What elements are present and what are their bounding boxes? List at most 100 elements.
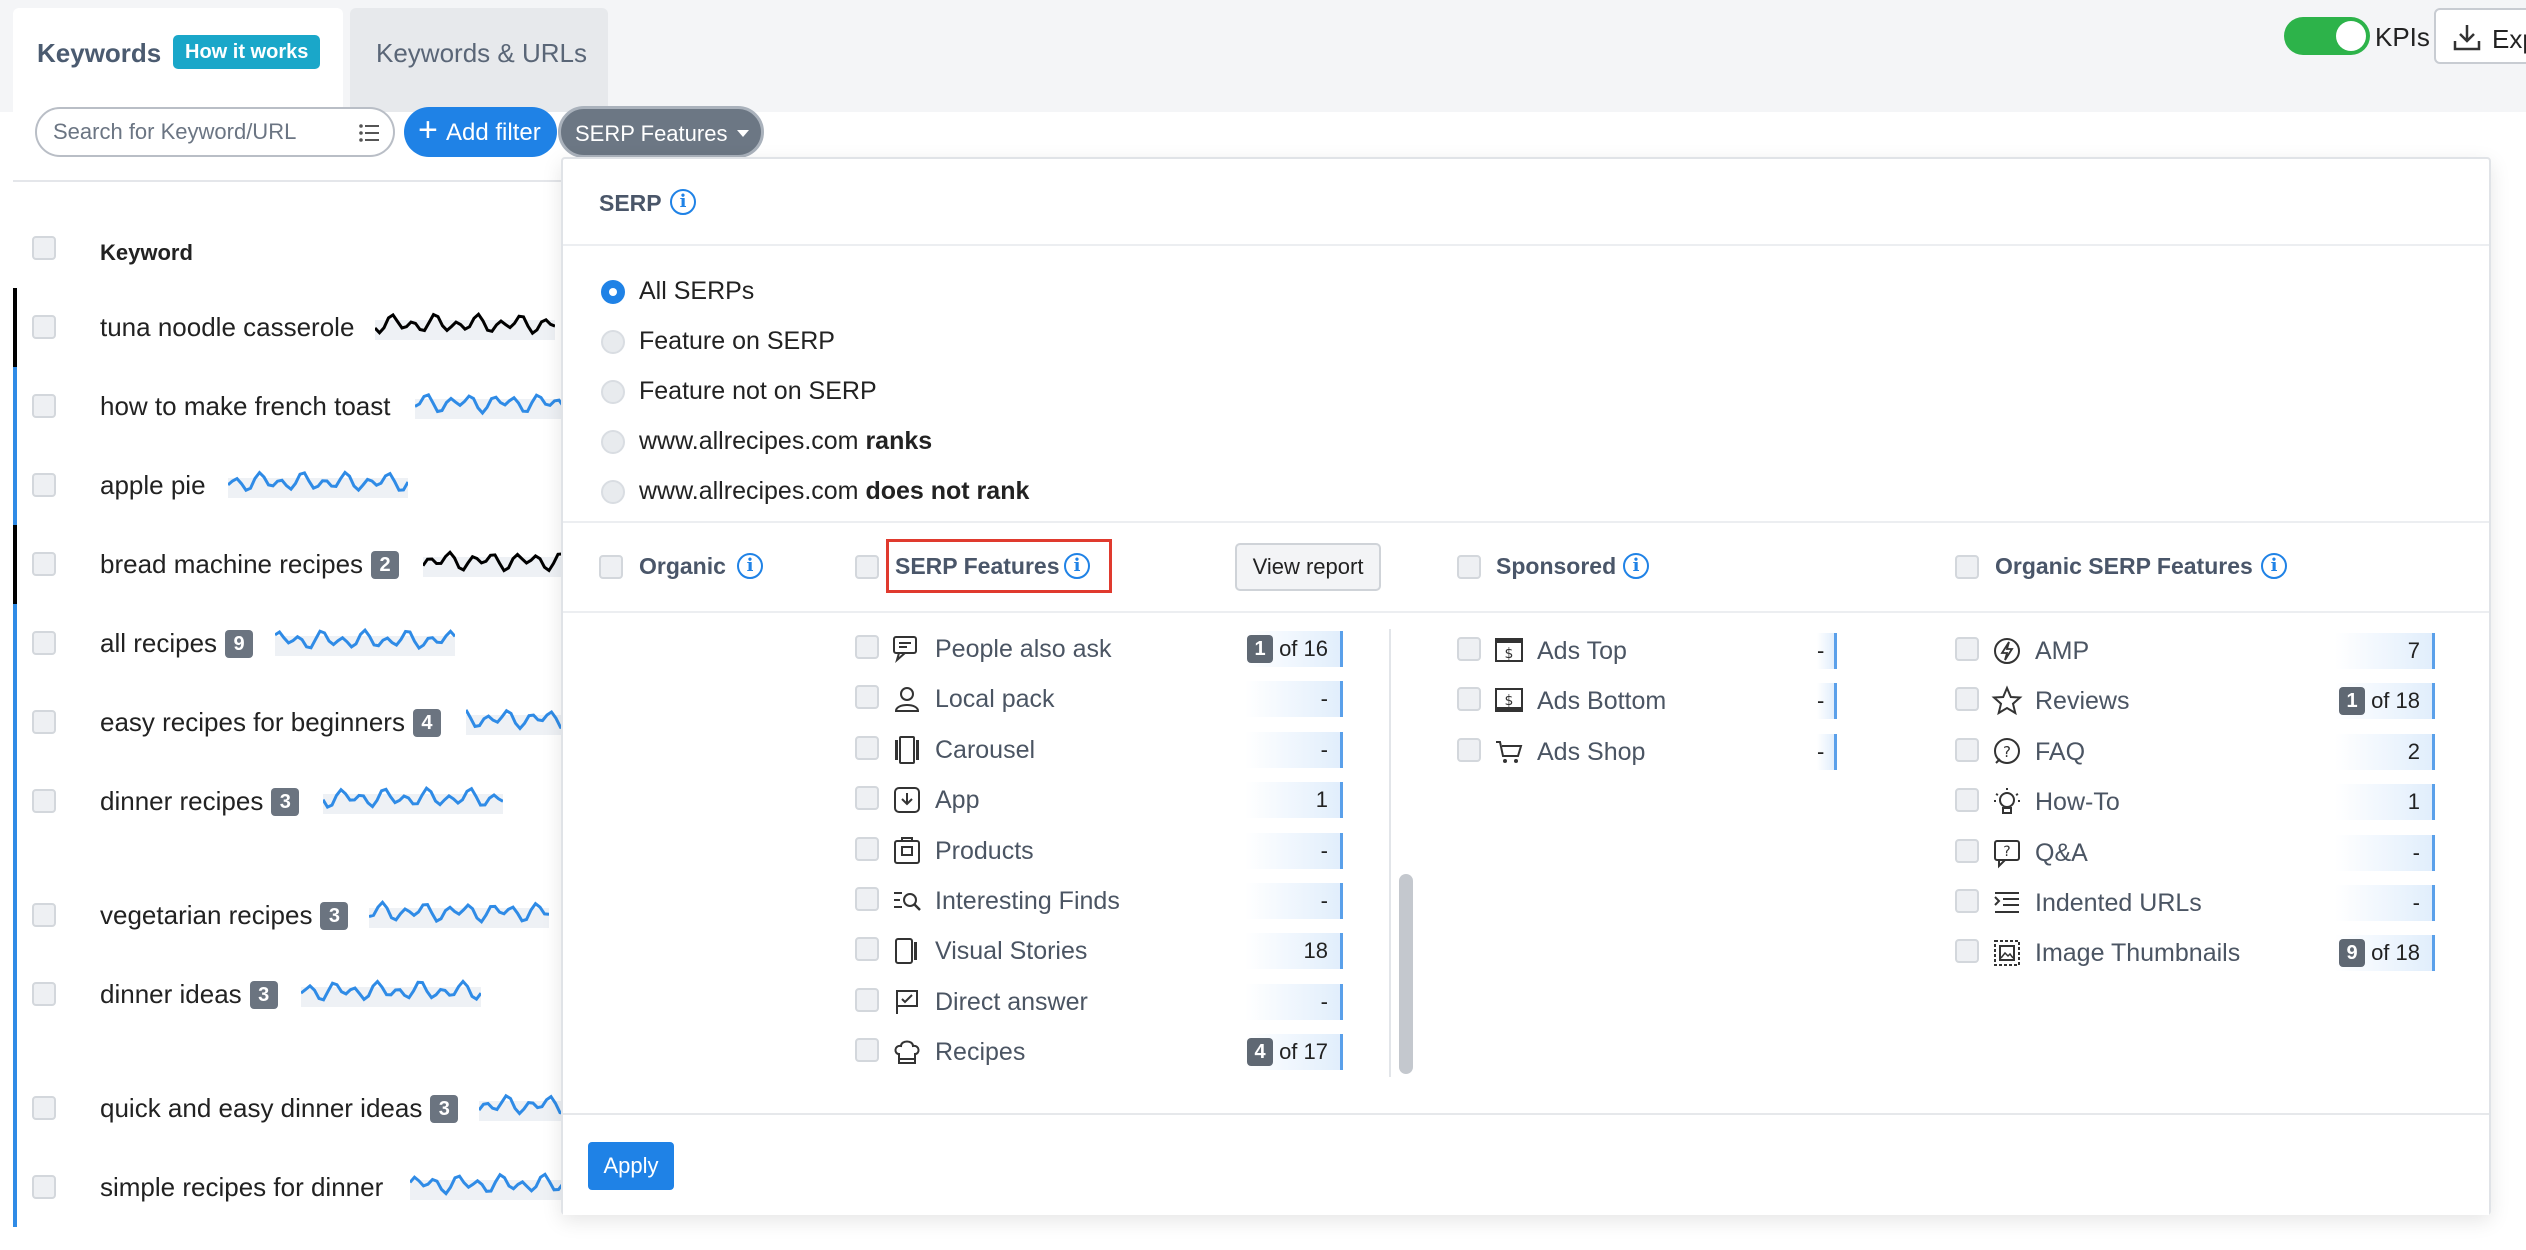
- radio-button[interactable]: [601, 380, 625, 404]
- feature-checkbox[interactable]: [855, 735, 879, 760]
- keyword-text[interactable]: tuna noodle casserole: [100, 312, 354, 343]
- table-row[interactable]: apple pie: [13, 446, 563, 525]
- keyword-column-header[interactable]: Keyword: [100, 240, 193, 266]
- serp-feature-item[interactable]: Interesting Finds -: [855, 879, 1343, 923]
- row-checkbox[interactable]: [32, 710, 56, 734]
- serp-feature-item[interactable]: App 1: [855, 778, 1343, 822]
- row-checkbox[interactable]: [32, 982, 56, 1006]
- table-row[interactable]: tuna noodle casserole: [13, 288, 563, 367]
- organic-serp-feature-item[interactable]: AMP 7: [1955, 629, 2435, 673]
- keyword-text[interactable]: apple pie: [100, 470, 206, 501]
- keyword-text[interactable]: quick and easy dinner ideas 3: [100, 1093, 459, 1124]
- keyword-text[interactable]: easy recipes for beginners 4: [100, 707, 441, 738]
- row-checkbox[interactable]: [32, 631, 56, 655]
- view-report-button[interactable]: View report: [1235, 543, 1381, 591]
- serp-feature-item[interactable]: Direct answer -: [855, 980, 1343, 1024]
- feature-checkbox[interactable]: [855, 786, 879, 811]
- serp-features-checkbox[interactable]: [855, 555, 879, 579]
- keyword-text[interactable]: dinner recipes 3: [100, 786, 300, 817]
- export-button[interactable]: Exp: [2434, 8, 2526, 64]
- table-row[interactable]: simple recipes for dinner: [13, 1148, 590, 1227]
- apply-button[interactable]: Apply: [588, 1142, 674, 1190]
- organic-serp-features-checkbox[interactable]: [1955, 555, 1979, 579]
- organic-serp-features-info-icon[interactable]: i: [2261, 553, 2287, 579]
- serp-feature-item[interactable]: Local pack -: [855, 677, 1343, 721]
- tab-keywords-urls[interactable]: Keywords & URLs: [350, 8, 608, 112]
- organic-serp-feature-item[interactable]: ? FAQ 2: [1955, 730, 2435, 774]
- row-checkbox[interactable]: [32, 552, 56, 576]
- organic-serp-feature-item[interactable]: Image Thumbnails 9 of 18: [1955, 931, 2435, 975]
- row-checkbox[interactable]: [32, 394, 56, 418]
- row-checkbox[interactable]: [32, 473, 56, 497]
- serp-features-scrollbar[interactable]: [1399, 874, 1413, 1074]
- tab-keywords-label: Keywords: [37, 38, 162, 68]
- row-checkbox[interactable]: [32, 903, 56, 927]
- table-row[interactable]: how to make french toast: [13, 367, 595, 446]
- serp-feature-item[interactable]: Visual Stories 18: [855, 929, 1343, 973]
- feature-checkbox[interactable]: [1457, 737, 1481, 762]
- organic-serp-feature-item[interactable]: How-To 1: [1955, 780, 2435, 824]
- feature-checkbox[interactable]: [1955, 737, 1979, 762]
- feature-checkbox[interactable]: [1955, 838, 1979, 863]
- table-row[interactable]: bread machine recipes 2: [13, 525, 603, 604]
- kpis-toggle[interactable]: [2284, 17, 2370, 55]
- serp-info-icon[interactable]: i: [670, 189, 696, 215]
- table-row[interactable]: dinner recipes 3: [13, 762, 563, 876]
- organic-serp-feature-item[interactable]: Indented URLs -: [1955, 881, 2435, 925]
- organic-info-icon[interactable]: i: [737, 553, 763, 579]
- feature-checkbox[interactable]: [855, 937, 879, 962]
- feature-checkbox[interactable]: [1955, 637, 1979, 661]
- organic-serp-feature-item[interactable]: ? Q&A -: [1955, 831, 2435, 875]
- serp-section-title: SERP: [599, 190, 662, 216]
- feature-checkbox[interactable]: [1955, 939, 1979, 964]
- add-filter-button[interactable]: + Add filter: [404, 107, 557, 157]
- table-row[interactable]: quick and easy dinner ideas 3: [13, 1069, 659, 1148]
- table-row[interactable]: all recipes 9: [13, 604, 563, 683]
- keyword-text[interactable]: bread machine recipes 2: [100, 549, 400, 580]
- list-view-button[interactable]: [345, 107, 395, 157]
- feature-checkbox[interactable]: [855, 887, 879, 911]
- row-checkbox[interactable]: [32, 789, 56, 813]
- serp-feature-item[interactable]: People also ask 1 of 16: [855, 627, 1343, 671]
- sponsored-info-icon[interactable]: i: [1623, 553, 1649, 579]
- feature-checkbox[interactable]: [1955, 788, 1979, 813]
- how-it-works-badge[interactable]: How it works: [173, 35, 321, 69]
- keyword-text[interactable]: vegetarian recipes 3: [100, 900, 349, 931]
- serp-feature-item[interactable]: Carousel -: [855, 728, 1343, 772]
- feature-checkbox[interactable]: [1955, 889, 1979, 913]
- keyword-text[interactable]: all recipes 9: [100, 628, 254, 659]
- table-row[interactable]: vegetarian recipes 3: [13, 876, 563, 955]
- organic-serp-feature-item[interactable]: Reviews 1 of 18: [1955, 679, 2435, 723]
- serp-feature-item[interactable]: Products -: [855, 829, 1343, 873]
- search-input[interactable]: [35, 107, 347, 157]
- radio-button[interactable]: [601, 430, 625, 454]
- feature-checkbox[interactable]: [1955, 687, 1979, 712]
- keyword-text[interactable]: dinner ideas 3: [100, 979, 278, 1010]
- row-checkbox[interactable]: [32, 1096, 56, 1120]
- table-row[interactable]: dinner ideas 3: [13, 955, 563, 1069]
- radio-button[interactable]: [601, 280, 625, 304]
- keyword-text[interactable]: simple recipes for dinner: [100, 1172, 383, 1203]
- sponsored-item[interactable]: $ Ads Bottom -: [1457, 679, 1837, 723]
- feature-checkbox[interactable]: [855, 635, 879, 659]
- sponsored-item[interactable]: $ Ads Top -: [1457, 629, 1837, 673]
- serp-feature-item[interactable]: Recipes 4 of 17: [855, 1030, 1343, 1074]
- feature-checkbox[interactable]: [855, 987, 879, 1012]
- feature-checkbox[interactable]: [855, 685, 879, 710]
- sponsored-item[interactable]: Ads Shop -: [1457, 730, 1837, 774]
- sponsored-checkbox[interactable]: [1457, 555, 1481, 579]
- select-all-checkbox[interactable]: [32, 236, 56, 260]
- radio-button[interactable]: [601, 480, 625, 504]
- serp-features-dropdown-button[interactable]: SERP Features: [558, 106, 764, 158]
- organic-checkbox[interactable]: [599, 555, 623, 579]
- feature-checkbox[interactable]: [1457, 687, 1481, 712]
- radio-button[interactable]: [601, 330, 625, 354]
- feature-checkbox[interactable]: [855, 836, 879, 861]
- feature-checkbox[interactable]: [1457, 637, 1481, 661]
- row-checkbox[interactable]: [32, 1175, 56, 1199]
- tab-keywords[interactable]: Keywords How it works: [13, 8, 343, 112]
- keyword-text[interactable]: how to make french toast: [100, 391, 390, 422]
- table-row[interactable]: easy recipes for beginners 4: [13, 683, 646, 762]
- feature-checkbox[interactable]: [855, 1038, 879, 1063]
- row-checkbox[interactable]: [32, 315, 56, 339]
